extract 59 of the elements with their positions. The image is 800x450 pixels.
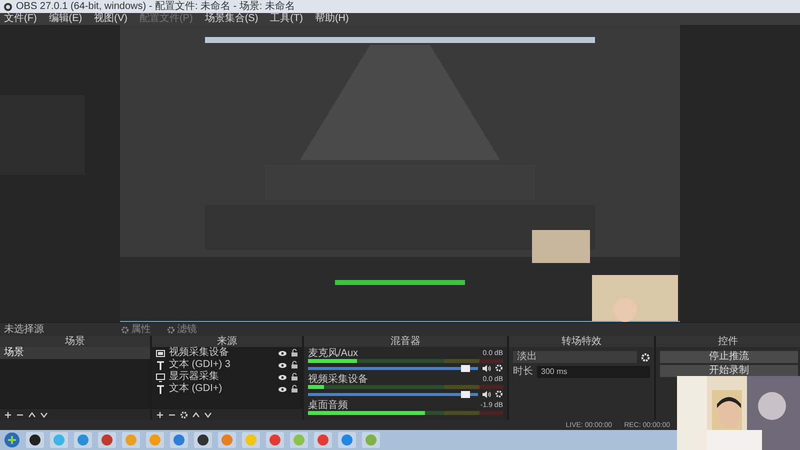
channel-name: 桌面音频 [308,400,348,410]
volume-slider[interactable] [308,366,478,370]
eye-icon[interactable] [278,350,287,356]
image-icon [156,348,165,358]
unlocked-icon[interactable] [291,349,298,357]
app-icon[interactable] [26,432,44,448]
add-icon[interactable] [156,410,164,418]
unlocked-icon[interactable] [291,361,298,369]
unlocked-icon[interactable] [291,373,298,381]
menu-item[interactable]: 视图(V) [94,14,128,24]
scenes-panel-title: 场景 [0,336,150,347]
move-up-icon[interactable] [192,410,200,418]
app-logo-icon [4,2,12,10]
channel-name: 视频采集设备 [308,374,368,384]
monitor-icon [156,372,165,382]
add-icon[interactable] [4,410,12,418]
move-down-icon[interactable] [204,410,212,418]
menu-item[interactable]: 帮助(H) [314,14,349,24]
start-button-icon[interactable] [4,432,20,448]
speaker-icon[interactable] [482,390,491,398]
source-item[interactable]: 视频采集设备 [169,348,274,358]
settings-icon[interactable] [495,364,503,372]
scene-item[interactable]: 场景 [0,347,150,359]
selected-source-label: 未选择源 [4,324,45,334]
text-icon [156,360,165,370]
menu-item[interactable]: 文件(F) [4,14,37,24]
source-item[interactable]: 文本 (GDI+) [169,384,274,394]
slider-thumb[interactable] [460,364,470,372]
settings-icon[interactable] [180,410,188,418]
controls-panel-title: 控件 [656,336,800,347]
speaker-icon[interactable] [482,364,491,372]
sources-panel-title: 来源 [152,336,302,347]
duration-field[interactable]: 300 ms [537,366,650,378]
menu-item[interactable]: 工具(T) [270,14,303,24]
source-item[interactable]: 显示器采集 [169,372,274,382]
transitions-panel-title: 转场特效 [509,336,654,347]
unlocked-icon[interactable] [291,385,298,393]
move-up-icon[interactable] [28,410,36,418]
window-title: OBS 27.0.1 (64-bit, windows) - 配置文件: 未命名 - 场景: 未命名 [16,0,295,12]
duration-label: 时长 [513,367,533,377]
control-button[interactable]: 停止推流 [660,351,798,363]
menu-item[interactable]: 编辑(E) [48,14,82,24]
app-icon[interactable] [194,432,212,448]
move-down-icon[interactable] [40,410,48,418]
eye-icon[interactable] [278,386,287,392]
eye-icon[interactable] [278,362,287,368]
mixer-panel-title: 混音器 [304,336,507,347]
text-icon [156,384,165,394]
eye-icon[interactable] [278,374,287,380]
volume-slider[interactable] [308,392,478,396]
menu-item[interactable]: 场景集合(S) [204,14,258,24]
control-button[interactable]: 开始录制 [660,365,798,377]
source-item[interactable]: 文本 (GDI+) 3 [169,360,274,370]
settings-icon[interactable] [495,390,503,398]
slider-thumb[interactable] [460,390,470,398]
channel-name: 麦克风/Aux [308,348,358,358]
settings-icon[interactable] [641,352,650,362]
transition-dropdown[interactable]: 淡出 [513,351,637,363]
settings-icon [121,326,129,334]
